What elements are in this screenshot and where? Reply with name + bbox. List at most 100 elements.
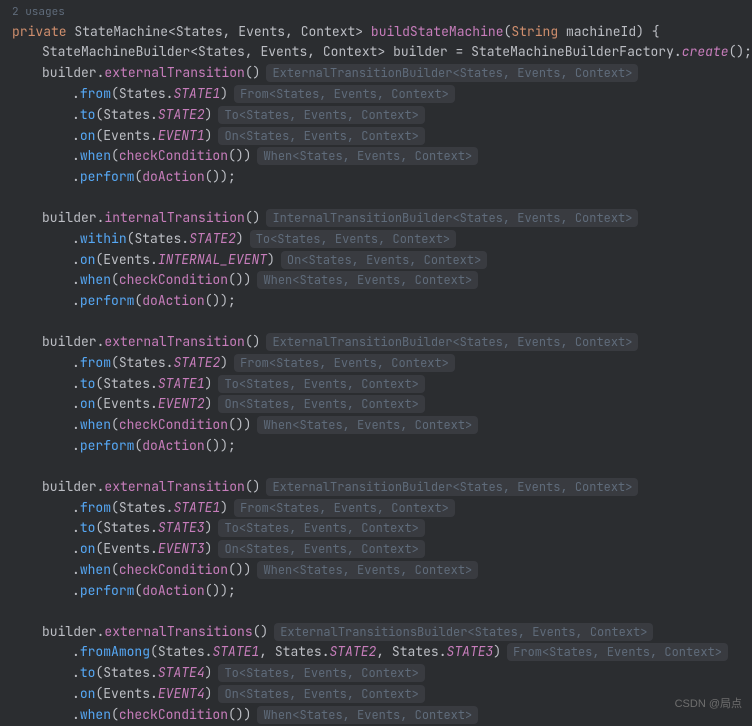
punct: .	[150, 664, 158, 681]
code-line[interactable]: .from(States.STATE1)From<States, Events,…	[0, 84, 752, 105]
on-call: on	[80, 685, 96, 702]
punct: ()	[245, 333, 261, 350]
type-hint: When<States, Events, Context>	[257, 271, 478, 289]
code-line[interactable]: .on(Events.EVENT2)On<States, Events, Con…	[0, 394, 752, 415]
punct: ,	[285, 23, 301, 40]
type-hint: When<States, Events, Context>	[257, 706, 478, 724]
type-hint: ExternalTransitionBuilder<States, Events…	[266, 333, 638, 351]
code-line[interactable]: .to(States.STATE1)To<States, Events, Con…	[0, 374, 752, 395]
punct: )	[220, 499, 228, 516]
code-line[interactable]: .perform(doAction());	[0, 167, 752, 188]
code-line[interactable]: .to(States.STATE3)To<States, Events, Con…	[0, 518, 752, 539]
builder-var: builder	[42, 64, 97, 81]
condition-fn: checkCondition	[119, 147, 228, 164]
code-line[interactable]: .within(States.STATE2)To<States, Events,…	[0, 229, 752, 250]
code-line[interactable]: .when(checkCondition())When<States, Even…	[0, 146, 752, 167]
internal-transition-call: internalTransition	[104, 209, 244, 226]
type-hint: On<States, Events, Context>	[281, 251, 487, 269]
when-call: when	[80, 147, 111, 164]
punct: (	[111, 354, 119, 371]
punct: ()	[253, 623, 269, 640]
code-line[interactable]: StateMachineBuilder<States, Events, Cont…	[0, 42, 752, 63]
on-call: on	[80, 395, 96, 412]
punct: .	[72, 147, 80, 164]
code-line[interactable]: private StateMachine<States, Events, Con…	[0, 22, 752, 43]
code-line[interactable]: .on(Events.EVENT3)On<States, Events, Con…	[0, 539, 752, 560]
code-line[interactable]: .to(States.STATE4)To<States, Events, Con…	[0, 663, 752, 684]
type-hint: From<States, Events, Context>	[234, 354, 455, 372]
to-call: to	[80, 664, 96, 681]
punct: .	[72, 561, 80, 578]
code-line[interactable]: .when(checkCondition())When<States, Even…	[0, 705, 752, 726]
code-line[interactable]: .when(checkCondition())When<States, Even…	[0, 270, 752, 291]
enum-value: STATE3	[158, 519, 205, 536]
code-line[interactable]: builder.externalTransitions()ExternalTra…	[0, 622, 752, 643]
enum-class: States	[103, 519, 150, 536]
code-line[interactable]: .from(States.STATE2)From<States, Events,…	[0, 353, 752, 374]
punct: ,	[376, 643, 392, 660]
punct: )	[220, 354, 228, 371]
enum-class: Events	[103, 251, 150, 268]
when-call: when	[80, 706, 111, 723]
punct: )	[493, 643, 501, 660]
type-hint: To<States, Events, Context>	[218, 664, 424, 682]
punct: )	[267, 251, 275, 268]
code-line[interactable]: builder.internalTransition()InternalTran…	[0, 208, 752, 229]
punct: ())	[228, 271, 251, 288]
type-hint: InternalTransitionBuilder<States, Events…	[266, 209, 638, 227]
enum-class: States	[275, 643, 322, 660]
enum-class: Events	[103, 395, 150, 412]
punct: )	[205, 127, 213, 144]
punct: .	[72, 230, 80, 247]
punct: .	[150, 127, 158, 144]
code-line[interactable]: .on(Events.INTERNAL_EVENT)On<States, Eve…	[0, 250, 752, 271]
punct: ,	[259, 643, 275, 660]
punct: (	[111, 85, 119, 102]
type-hint: On<States, Events, Context>	[218, 127, 424, 145]
code-line[interactable]: .on(Events.EVENT4)On<States, Events, Con…	[0, 684, 752, 705]
code-line[interactable]: builder.externalTransition()ExternalTran…	[0, 63, 752, 84]
punct: ()	[245, 478, 261, 495]
when-call: when	[80, 561, 111, 578]
code-line[interactable]: .perform(doAction());	[0, 436, 752, 457]
code-line[interactable]: .fromAmong(States.STATE1, States.STATE2,…	[0, 642, 752, 663]
punct: .	[150, 106, 158, 123]
code-line[interactable]: .perform(doAction());	[0, 291, 752, 312]
punct: )	[220, 85, 228, 102]
punct: .	[150, 375, 158, 392]
enum-class: States	[158, 643, 205, 660]
builder-var: builder	[42, 623, 97, 640]
punct: .	[72, 437, 80, 454]
create-call: create	[682, 43, 729, 60]
code-line[interactable]: .from(States.STATE1)From<States, Events,…	[0, 498, 752, 519]
code-line[interactable]: .when(checkCondition())When<States, Even…	[0, 415, 752, 436]
punct: ();	[729, 43, 752, 60]
to-call: to	[80, 519, 96, 536]
code-line[interactable]: .perform(doAction());	[0, 581, 752, 602]
generic: States	[198, 43, 245, 60]
factory-class: StateMachineBuilderFactory	[471, 43, 674, 60]
punct: ())	[228, 147, 251, 164]
generic: Events	[238, 23, 285, 40]
action-fn: doAction	[142, 168, 204, 185]
code-line[interactable]: .on(Events.EVENT1)On<States, Events, Con…	[0, 126, 752, 147]
enum-class: Events	[103, 685, 150, 702]
from-call: from	[80, 354, 111, 371]
punct: .	[674, 43, 682, 60]
generic: Context	[323, 43, 378, 60]
enum-value: STATE1	[173, 85, 220, 102]
code-line[interactable]: builder.externalTransition()ExternalTran…	[0, 477, 752, 498]
punct: ());	[205, 292, 236, 309]
enum-class: States	[119, 499, 166, 516]
punct: .	[72, 499, 80, 516]
enum-value: STATE2	[189, 230, 236, 247]
enum-class: States	[392, 643, 439, 660]
punct: ());	[205, 168, 236, 185]
enum-value: STATE3	[447, 643, 494, 660]
punct: .	[72, 168, 80, 185]
code-line[interactable]: .to(States.STATE2)To<States, Events, Con…	[0, 105, 752, 126]
from-among-call: fromAmong	[80, 643, 150, 660]
punct: .	[150, 685, 158, 702]
code-line[interactable]: builder.externalTransition()ExternalTran…	[0, 332, 752, 353]
code-line[interactable]: .when(checkCondition())When<States, Even…	[0, 560, 752, 581]
